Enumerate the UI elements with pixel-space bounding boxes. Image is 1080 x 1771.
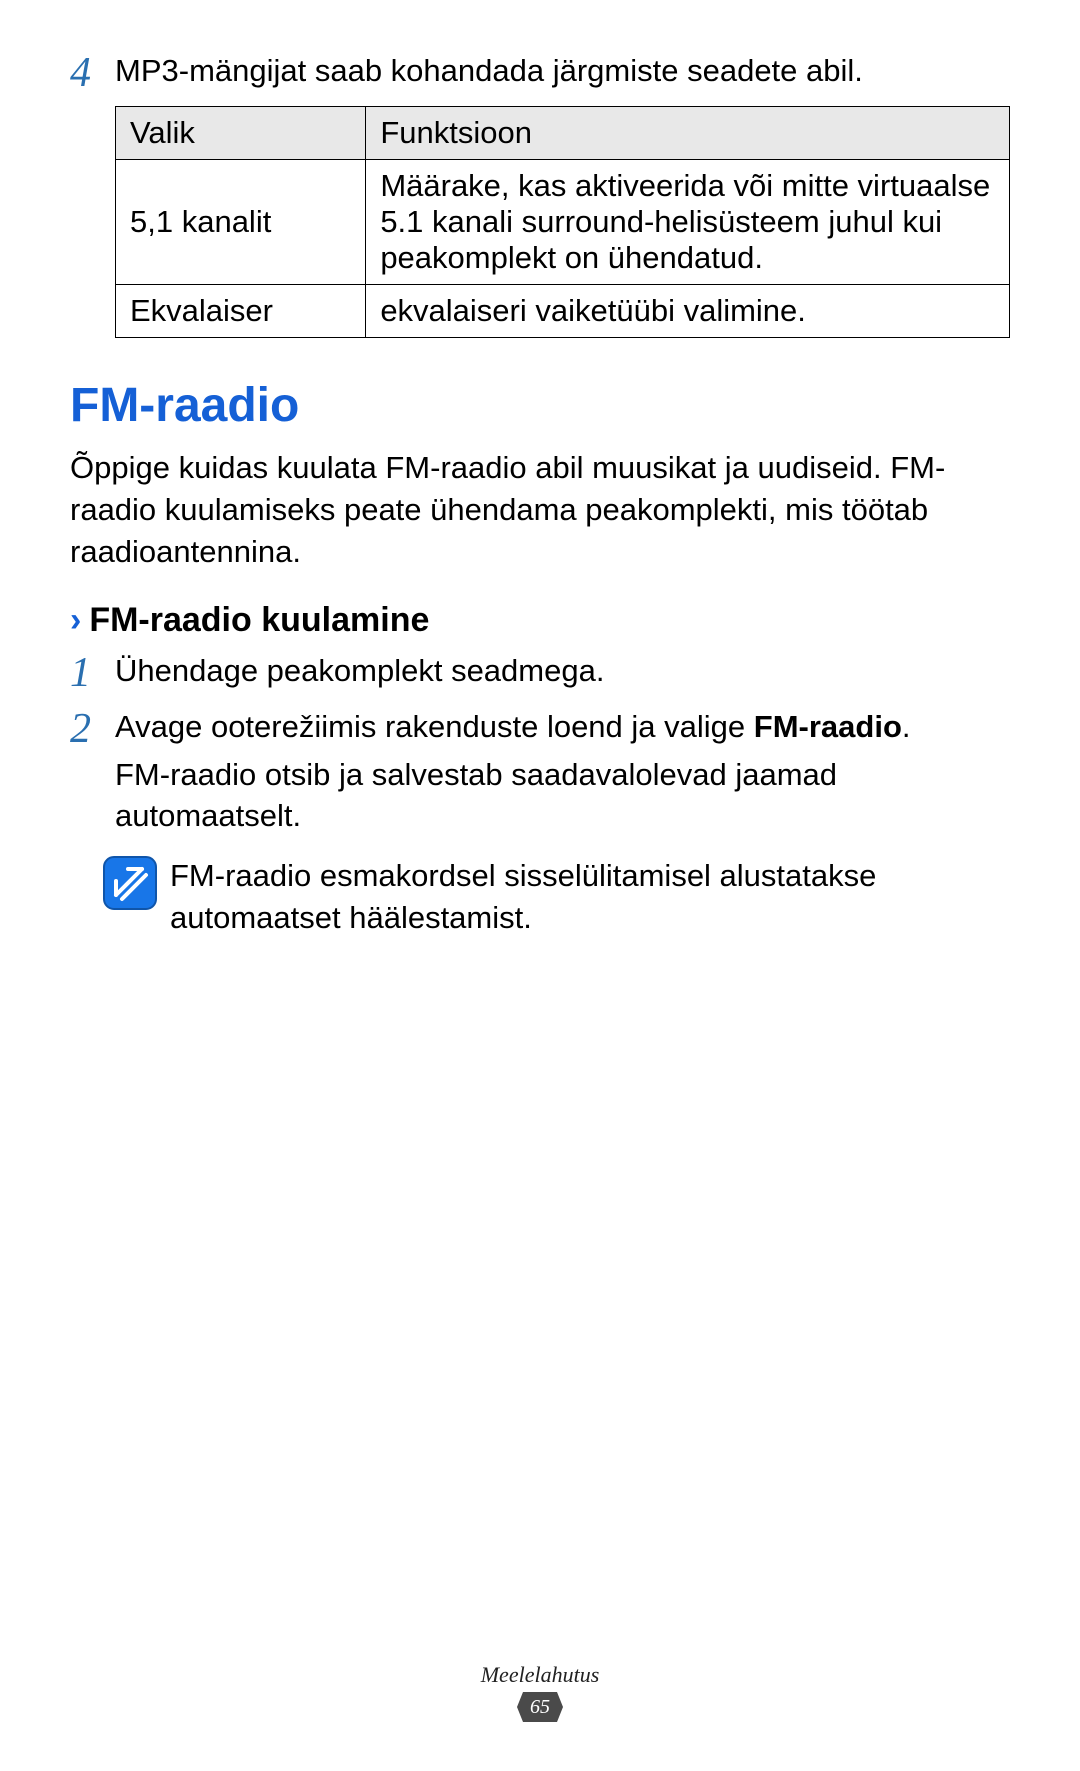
section-body: Õppige kuidas kuulata FM-raadio abil muu… — [70, 447, 1010, 573]
step-text-part: . — [902, 709, 911, 744]
subsection-title: FM-raadio kuulamine — [89, 601, 429, 640]
step-2: 2 Avage ooterežiimis rakenduste loend ja… — [70, 706, 1010, 750]
step-text-bold: FM-raadio — [754, 709, 902, 744]
chevron-right-icon: › — [70, 601, 81, 640]
step-text-part: Avage ooterežiimis rakenduste loend ja v… — [115, 709, 754, 744]
page-number-badge: 65 — [517, 1692, 563, 1722]
step-1: 1 Ühendage peakomplekt seadmega. — [70, 650, 1010, 694]
table-header-row: Valik Funktsioon — [116, 107, 1010, 160]
note-text: FM-raadio esmakordsel sisselülitamisel a… — [170, 855, 1010, 939]
step-text: Avage ooterežiimis rakenduste loend ja v… — [115, 706, 1010, 748]
table-cell: 5,1 kanalit — [116, 160, 366, 285]
subsection-heading: › FM-raadio kuulamine — [70, 601, 1010, 640]
table-row: 5,1 kanalit Määrake, kas aktiveerida või… — [116, 160, 1010, 285]
table-cell: ekvalaiseri vaiketüübi valimine. — [366, 285, 1010, 338]
page: 4 MP3-mängijat saab kohandada järgmiste … — [0, 0, 1080, 1771]
table-cell: Määrake, kas aktiveerida või mitte virtu… — [366, 160, 1010, 285]
page-number: 65 — [517, 1692, 563, 1722]
options-table-wrap: Valik Funktsioon 5,1 kanalit Määrake, ka… — [115, 106, 1010, 338]
step-text: Ühendage peakomplekt seadmega. — [115, 650, 1010, 692]
note-icon — [102, 855, 160, 916]
note: FM-raadio esmakordsel sisselülitamisel a… — [102, 855, 1010, 939]
section-heading-fm-raadio: FM-raadio — [70, 378, 1010, 433]
table-header-cell: Funktsioon — [366, 107, 1010, 160]
table-row: Ekvalaiser ekvalaiseri vaiketüübi valimi… — [116, 285, 1010, 338]
table-cell: Ekvalaiser — [116, 285, 366, 338]
step-number: 2 — [70, 708, 115, 750]
table-header-cell: Valik — [116, 107, 366, 160]
step-number: 4 — [70, 52, 115, 94]
options-table: Valik Funktsioon 5,1 kanalit Määrake, ka… — [115, 106, 1010, 338]
step-2-sub: FM-raadio otsib ja salvestab saadavalole… — [115, 754, 1010, 838]
step-4: 4 MP3-mängijat saab kohandada järgmiste … — [70, 50, 1010, 94]
footer-category: Meelelahutus — [0, 1662, 1080, 1688]
step-text: MP3-mängijat saab kohandada järgmiste se… — [115, 50, 1010, 92]
page-footer: Meelelahutus 65 — [0, 1662, 1080, 1727]
step-number: 1 — [70, 652, 115, 694]
